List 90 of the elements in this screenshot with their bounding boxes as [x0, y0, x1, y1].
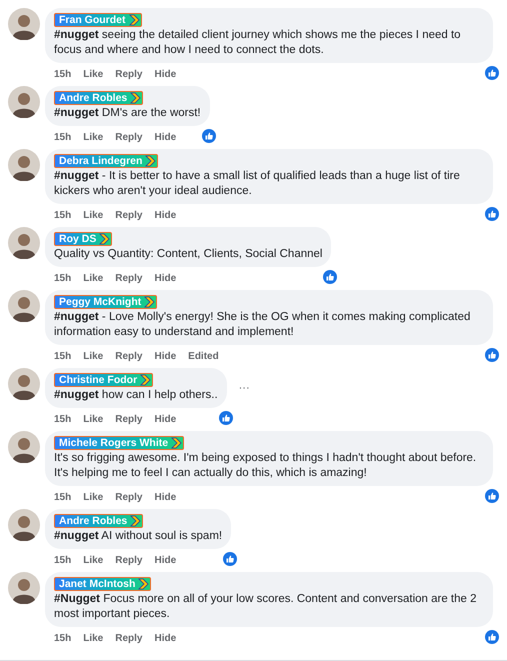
- author-badge[interactable]: Fran Gourdet: [54, 13, 142, 27]
- author-badge[interactable]: Andre Robles: [54, 91, 144, 105]
- comment-action-link[interactable]: Like: [83, 67, 104, 82]
- comment-time[interactable]: 15h: [54, 67, 72, 82]
- comment-text: #Nugget Focus more on all of your low scores. Content and conversation are the 2 most important pieces.: [54, 592, 478, 622]
- comment-action-link[interactable]: Like: [83, 130, 104, 145]
- author-badge[interactable]: Christine Fodor: [54, 373, 154, 387]
- comment-time[interactable]: 15h: [54, 349, 72, 364]
- like-reaction-icon: [323, 270, 338, 284]
- comment-action-link[interactable]: Hide: [154, 271, 176, 286]
- author-name[interactable]: Andre Robles: [59, 92, 128, 104]
- author-name[interactable]: Debra Lindegren: [59, 155, 142, 167]
- like-reaction-icon: [218, 411, 233, 425]
- comment-action-link[interactable]: Reply: [115, 130, 142, 145]
- comment-action-link[interactable]: Reply: [115, 490, 142, 505]
- comment-time[interactable]: 15h: [54, 553, 72, 568]
- comment-time[interactable]: 15h: [54, 631, 72, 646]
- comment-text: Quality vs Quantity: Content, Clients, Social Channel: [54, 247, 322, 262]
- comment-action-link[interactable]: Hide: [154, 208, 176, 223]
- like-reaction-icon: [485, 348, 499, 362]
- chevron-icon: [144, 155, 156, 167]
- author-name[interactable]: Christine Fodor: [59, 374, 138, 386]
- like-reaction-icon: [485, 66, 499, 80]
- comment-action-link[interactable]: Like: [83, 490, 104, 505]
- comment-action-link[interactable]: Hide: [154, 553, 176, 568]
- comment-action-link[interactable]: Reply: [115, 412, 142, 427]
- chevron-icon: [137, 578, 150, 590]
- avatar-icon[interactable]: [8, 86, 40, 118]
- comment-action-link[interactable]: Hide: [154, 130, 176, 145]
- chevron-icon: [128, 14, 140, 26]
- author-badge[interactable]: Peggy McKnight: [54, 295, 158, 309]
- avatar-icon[interactable]: [8, 572, 40, 604]
- avatar-icon[interactable]: [8, 8, 40, 40]
- comment-action-link[interactable]: Like: [83, 271, 104, 286]
- comment-action-link[interactable]: Hide: [154, 67, 176, 82]
- comment-action-link[interactable]: Like: [83, 553, 104, 568]
- comment-action-link[interactable]: Edited: [188, 349, 219, 364]
- like-reaction-icon: [485, 207, 499, 221]
- chevron-icon: [98, 233, 110, 245]
- author-name[interactable]: Peggy McKnight: [59, 296, 142, 308]
- comment-action-link[interactable]: Like: [83, 349, 104, 364]
- author-badge[interactable]: Andre Robles: [54, 514, 144, 528]
- like-reaction-icon: [485, 489, 499, 503]
- avatar-icon[interactable]: [8, 509, 40, 541]
- comment-time[interactable]: 15h: [54, 271, 72, 286]
- comment-action-link[interactable]: Hide: [154, 631, 176, 646]
- chevron-icon: [143, 296, 156, 308]
- chevron-icon: [170, 437, 182, 449]
- chevron-icon: [139, 374, 152, 386]
- like-reaction-icon: [202, 129, 216, 143]
- avatar-icon[interactable]: [8, 227, 40, 259]
- comment-action-link[interactable]: Like: [83, 631, 104, 646]
- comment-text: #nugget - Love Molly's energy! She is the OG when it comes making complicated information easy to understand and implement!: [54, 310, 472, 340]
- chevron-icon: [129, 515, 142, 527]
- comment-text: #nugget DM's are the worst!: [54, 106, 201, 121]
- like-reaction-icon: [223, 552, 238, 566]
- comment-action-link[interactable]: Like: [83, 412, 104, 427]
- avatar-icon[interactable]: [8, 368, 40, 400]
- author-name[interactable]: Janet McIntosh: [59, 578, 136, 590]
- chevron-icon: [129, 92, 142, 104]
- comment-text: #nugget how can I help others..: [54, 388, 218, 403]
- comment-action-link[interactable]: Reply: [115, 271, 142, 286]
- author-badge[interactable]: Janet McIntosh: [54, 577, 152, 591]
- avatar-icon[interactable]: [8, 431, 40, 463]
- avatar-icon[interactable]: [8, 290, 40, 322]
- comment-time[interactable]: 15h: [54, 130, 72, 145]
- comment-action-link[interactable]: Hide: [154, 490, 176, 505]
- comment-time[interactable]: 15h: [54, 412, 72, 427]
- comment-action-link[interactable]: Reply: [115, 67, 142, 82]
- comment-action-link[interactable]: Hide: [154, 349, 176, 364]
- comment-time[interactable]: 15h: [54, 490, 72, 505]
- comment-text: #nugget seeing the detailed client journey which shows me the pieces I need to focus and where and how I need to connect the dots.: [54, 28, 462, 58]
- author-badge[interactable]: Debra Lindegren: [54, 154, 158, 168]
- author-name[interactable]: Roy DS: [59, 233, 96, 245]
- comment-action-link[interactable]: Reply: [115, 553, 142, 568]
- comment-text: It's so frigging awesome. I'm being exposed to things I hadn't thought about before. It's helping me to feel I can actually do this, which is amazing!: [54, 451, 478, 481]
- comment-action-link[interactable]: Reply: [115, 631, 142, 646]
- comment-action-link[interactable]: Like: [83, 208, 104, 223]
- author-name[interactable]: Fran Gourdet: [59, 14, 126, 26]
- avatar-icon[interactable]: [8, 149, 40, 181]
- author-name[interactable]: Andre Robles: [59, 515, 128, 527]
- comment-time[interactable]: 15h: [54, 208, 72, 223]
- like-reaction-icon: [485, 630, 499, 644]
- more-options-button[interactable]: ···: [238, 382, 250, 394]
- comment-action-link[interactable]: Reply: [115, 349, 142, 364]
- comment-text: #nugget AI without soul is spam!: [54, 529, 222, 544]
- comment-action-link[interactable]: Hide: [154, 412, 176, 427]
- comment-text: #nugget - It is better to have a small list of qualified leads than a huge list of tire kickers who aren't your ideal audience.: [54, 169, 461, 199]
- comment-action-link[interactable]: Reply: [115, 208, 142, 223]
- author-badge[interactable]: Roy DS: [54, 232, 112, 246]
